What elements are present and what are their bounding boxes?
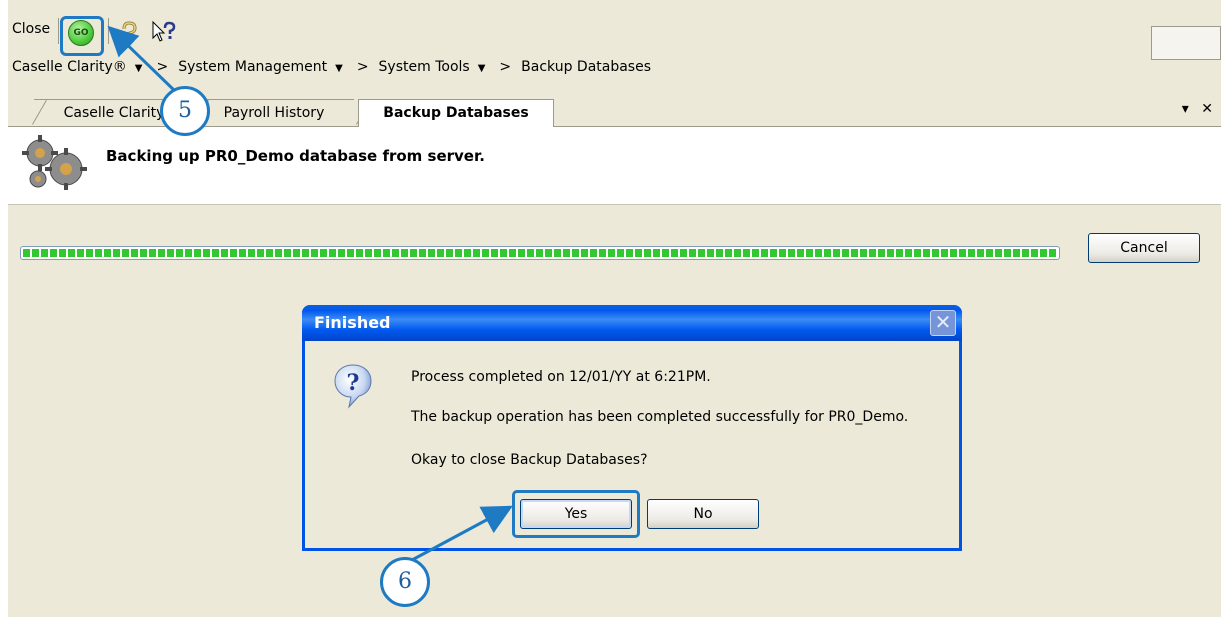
- chevron-down-icon[interactable]: ▼: [474, 63, 490, 74]
- toolbar-separator: [58, 18, 59, 44]
- tab-close-icon[interactable]: ✕: [1201, 101, 1213, 117]
- close-button[interactable]: Close: [12, 21, 50, 37]
- question-icon: ?: [334, 364, 372, 409]
- dialog-close-button[interactable]: ✕: [930, 310, 956, 336]
- progress-fill: [23, 249, 1057, 257]
- status-message: Backing up PR0_Demo database from server…: [106, 147, 485, 165]
- progress-bar: [20, 246, 1060, 260]
- chevron-down-icon[interactable]: ▼: [131, 63, 147, 74]
- toolbar-field[interactable]: [1151, 26, 1221, 60]
- breadcrumb-separator: >: [156, 59, 169, 75]
- dialog-title-bar: Finished ✕: [302, 305, 962, 341]
- callout-step-5: 5: [160, 86, 210, 136]
- status-header: Backing up PR0_Demo database from server…: [8, 127, 1221, 205]
- go-button-highlight: [60, 16, 104, 56]
- breadcrumb-item-system-management[interactable]: System Management: [178, 59, 327, 75]
- breadcrumb-separator: >: [356, 59, 369, 75]
- breadcrumb-item-caselle[interactable]: Caselle Clarity®: [12, 59, 127, 75]
- dialog-message-line: Okay to close Backup Databases?: [411, 452, 648, 468]
- breadcrumb-item-system-tools[interactable]: System Tools: [379, 59, 470, 75]
- cancel-button[interactable]: Cancel: [1088, 233, 1200, 263]
- chevron-down-icon[interactable]: ▼: [331, 63, 347, 74]
- tab-payroll-history[interactable]: Payroll History: [194, 99, 354, 127]
- breadcrumb-item-backup-databases: Backup Databases: [521, 59, 652, 75]
- dialog-message-line: The backup operation has been completed …: [411, 409, 909, 425]
- finished-dialog: Finished ✕ ? Process completed on 12/01/…: [302, 305, 962, 551]
- whats-this-icon[interactable]: [150, 20, 176, 46]
- gears-icon: [22, 135, 87, 190]
- no-button[interactable]: No: [647, 499, 759, 529]
- toolbar-separator: [108, 18, 109, 44]
- app-window: Close GO Caselle Clarity® ▼ > System Manage…: [8, 0, 1221, 617]
- breadcrumb: Caselle Clarity® ▼ > System Management ▼ > Sys…: [12, 59, 655, 83]
- tab-menu-icon[interactable]: ▾: [1182, 101, 1189, 117]
- help-icon[interactable]: [118, 20, 140, 46]
- breadcrumb-separator: >: [499, 59, 512, 75]
- svg-text:?: ?: [347, 370, 360, 396]
- dialog-title: Finished: [314, 313, 391, 332]
- yes-button[interactable]: Yes: [520, 499, 632, 529]
- dialog-message-line: Process completed on 12/01/YY at 6:21PM.: [411, 369, 711, 385]
- callout-step-6: 6: [380, 557, 430, 607]
- tab-controls: ▾ ✕: [1174, 101, 1213, 117]
- toolbar: Close GO: [8, 14, 1221, 60]
- tab-backup-databases[interactable]: Backup Databases: [358, 99, 554, 129]
